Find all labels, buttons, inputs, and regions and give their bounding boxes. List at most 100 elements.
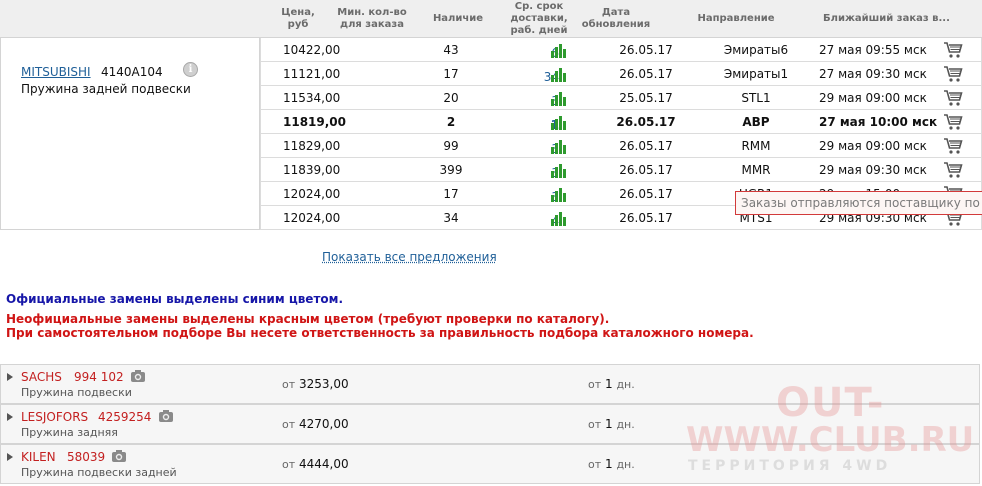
days-value: 1 — [604, 377, 613, 391]
offer-update-date: 26.05.17 — [619, 67, 673, 81]
delivery-stats-icon[interactable] — [551, 138, 569, 154]
delivery-bar — [559, 44, 562, 58]
replacement-item[interactable]: SACHS 994 102 Пружина подвески от 3253,00 от… — [0, 364, 980, 404]
offer-direction: MMR — [741, 163, 771, 177]
delivery-bar — [559, 140, 562, 154]
replacement-description: Пружина задняя — [21, 426, 118, 439]
offer-price: 11534,00 — [283, 91, 341, 105]
cart-icon[interactable] — [943, 89, 963, 107]
delivery-stats-icon[interactable] — [551, 186, 569, 202]
offer-stock: 2 — [446, 115, 456, 129]
replacement-item[interactable]: KILEN 58039 Пружина подвески задней от 4444… — [0, 444, 980, 484]
replacement-days: от 1 дн. — [588, 457, 635, 471]
cart-icon[interactable] — [943, 65, 963, 83]
official-note: Официальные замены выделены синим цветом… — [6, 292, 344, 306]
cart-icon[interactable] — [943, 137, 963, 155]
price-prefix: от — [282, 418, 296, 431]
offer-update-date: 25.05.17 — [619, 91, 673, 105]
replacement-brand[interactable]: KILEN — [21, 450, 56, 464]
offer-price: 11121,00 — [283, 67, 341, 81]
info-icon[interactable]: i — [183, 62, 198, 77]
replacement-item[interactable]: LESJOFORS 4259254 Пружина задняя от 4270,00… — [0, 404, 980, 444]
offer-direction: Эмираты6 — [723, 43, 789, 57]
offer-update-date: 26.05.17 — [619, 187, 673, 201]
show-all-offers-link[interactable]: Показать все предложения — [322, 250, 497, 264]
delivery-bar — [551, 147, 554, 154]
cart-icon[interactable] — [943, 41, 963, 59]
expand-arrow-icon[interactable] — [7, 453, 13, 461]
product-number: 4140A104 — [101, 65, 163, 79]
offer-stock: 20 — [443, 91, 459, 105]
offer-next-order: 29 мая 09:00 мск — [819, 91, 927, 105]
offer-next-order: 27 мая 09:30 мск — [819, 67, 927, 81]
offer-update-date: 26.05.17 — [619, 163, 673, 177]
delivery-bar — [555, 71, 558, 82]
replacement-brand[interactable]: SACHS — [21, 370, 62, 384]
product-block: MITSUBISHI 4140A104 i Пружина задней под… — [0, 38, 260, 230]
replacement-description: Пружина подвески задней — [21, 466, 177, 479]
offer-stock: 399 — [439, 163, 463, 177]
product-brand-link[interactable]: MITSUBISHI — [21, 65, 91, 79]
replacement-number[interactable]: 994 102 — [74, 370, 124, 384]
offer-direction: STL1 — [741, 91, 771, 105]
delivery-bar — [559, 188, 562, 202]
delivery-bar — [555, 47, 558, 58]
replacement-description: Пружина подвески — [21, 386, 132, 399]
days-prefix: от — [588, 418, 602, 431]
table-row: 10422,0043626.05.17Эмираты627 мая 09:55 … — [260, 38, 982, 62]
delivery-stats-icon[interactable] — [551, 114, 569, 130]
offer-stock: 43 — [443, 43, 459, 57]
table-row: 11829,0099326.05.17RMM29 мая 09:00 мск — [260, 134, 982, 158]
delivery-bar — [551, 171, 554, 178]
days-value: 1 — [604, 417, 613, 431]
product-description: Пружина задней подвески — [21, 82, 191, 96]
header-direction: Направление — [697, 13, 775, 24]
delivery-bar — [563, 193, 566, 202]
expand-arrow-icon[interactable] — [7, 413, 13, 421]
offer-price: 11829,00 — [283, 139, 341, 153]
table-row: 11121,00173426.05.17Эмираты127 мая 09:30… — [260, 62, 982, 86]
delivery-bar — [563, 121, 566, 130]
price-prefix: от — [282, 458, 296, 471]
replacement-number[interactable]: 4259254 — [98, 410, 151, 424]
camera-icon[interactable] — [130, 369, 146, 383]
header-price: Цена, руб — [281, 7, 315, 30]
days-suffix: дн. — [616, 378, 635, 391]
delivery-stats-icon[interactable] — [551, 42, 569, 58]
delivery-stats-icon[interactable] — [551, 66, 569, 82]
expand-arrow-icon[interactable] — [7, 373, 13, 381]
table-row: 11819,002126.05.17ABP27 мая 10:00 мск — [260, 110, 982, 134]
delivery-bar — [563, 73, 566, 82]
delivery-stats-icon[interactable] — [551, 210, 569, 226]
cart-icon[interactable] — [943, 161, 963, 179]
delivery-bar — [563, 49, 566, 58]
cart-icon[interactable] — [943, 113, 963, 131]
delivery-bar — [555, 95, 558, 106]
days-suffix: дн. — [616, 458, 635, 471]
price-prefix: от — [282, 378, 296, 391]
camera-icon[interactable] — [111, 449, 127, 463]
offer-next-order: 27 мая 09:55 мск — [819, 43, 927, 57]
replacement-brand[interactable]: LESJOFORS — [21, 410, 88, 424]
delivery-stats-icon[interactable] — [551, 90, 569, 106]
price-value: 3253,00 — [298, 377, 349, 391]
delivery-bar — [555, 191, 558, 202]
camera-icon[interactable] — [158, 409, 174, 423]
delivery-bar — [555, 119, 558, 130]
delivery-stats-icon[interactable] — [551, 162, 569, 178]
offer-next-order: 29 мая 09:30 мск — [819, 163, 927, 177]
offer-direction: Эмираты1 — [723, 67, 789, 81]
offer-direction: RMM — [741, 139, 771, 153]
delivery-bar — [555, 167, 558, 178]
replacement-number[interactable]: 58039 — [67, 450, 105, 464]
header-update-date: Дата обновления — [581, 7, 651, 30]
header-stock: Наличие — [432, 13, 484, 24]
replacement-days: от 1 дн. — [588, 417, 635, 431]
delivery-bar — [563, 97, 566, 106]
tooltip: Заказы отправляются поставщику по буд — [735, 191, 982, 215]
delivery-bar — [559, 68, 562, 82]
delivery-bar — [551, 75, 554, 82]
delivery-bar — [563, 145, 566, 154]
delivery-bar — [555, 143, 558, 154]
replacement-days: от 1 дн. — [588, 377, 635, 391]
